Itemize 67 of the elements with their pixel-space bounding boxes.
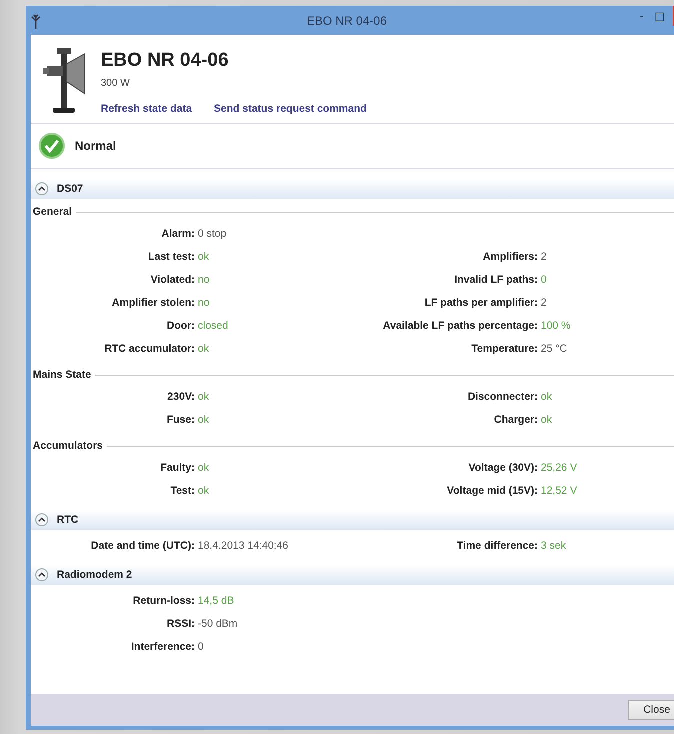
field-value: no — [197, 274, 211, 286]
field-value: 0 — [197, 640, 205, 652]
field-label: Return-loss: — [132, 594, 195, 606]
field-value: ok — [197, 250, 210, 262]
device-power: 300 W — [101, 78, 131, 89]
field-label: 230V: — [166, 390, 195, 402]
field-label: RTC accumulator: — [104, 342, 195, 354]
close-button[interactable]: Close — [628, 700, 674, 720]
field-value: 0 stop — [197, 228, 228, 240]
field-value: 100 % — [540, 320, 572, 332]
section-title: RTC — [57, 514, 79, 526]
antenna-icon — [31, 12, 41, 28]
field-value: 25,26 V — [540, 462, 578, 474]
field-value: 0 — [540, 274, 548, 286]
action-link[interactable]: Refresh state data — [101, 103, 192, 115]
field-value: closed — [197, 320, 230, 332]
field-value: 25 °C — [540, 342, 568, 354]
field-label: Charger: — [493, 414, 538, 426]
field-label: Temperature: — [470, 342, 538, 354]
field-value: 2 — [540, 296, 548, 308]
field-value: 2 — [540, 250, 548, 262]
field-label: Voltage mid (15V): — [446, 484, 538, 496]
field-value: 3 sek — [540, 540, 568, 552]
field-label: Disconnecter: — [466, 390, 538, 402]
field-value: ok — [197, 342, 210, 354]
section-title: Radiomodem 2 — [57, 569, 132, 581]
field-value: -50 dBm — [197, 618, 239, 630]
field-value: ok — [197, 484, 210, 496]
field-label: Amplifier stolen: — [111, 296, 195, 308]
section-title: DS07 — [57, 183, 84, 195]
group-title: General — [33, 206, 72, 218]
window-title: EBO NR 04-06 — [306, 14, 388, 28]
device-name: EBO NR 04-06 — [101, 50, 230, 72]
field-value: ok — [540, 390, 554, 402]
status-label: Normal — [75, 139, 116, 153]
field-label: Time difference: — [456, 540, 538, 552]
field-label: Invalid LF paths: — [454, 274, 538, 286]
field-label: Fuse: — [166, 414, 195, 426]
group-title: Accumulators — [33, 440, 104, 452]
field-value: ok — [540, 414, 554, 426]
field-label: Amplifiers: — [482, 250, 538, 262]
field-value: ok — [197, 414, 210, 426]
minimize-button[interactable]: - — [633, 6, 651, 26]
field-label: Interference: — [130, 640, 195, 652]
field-label: Last test: — [147, 250, 195, 262]
field-label: Violated: — [150, 274, 195, 286]
section-header[interactable]: RTC — [31, 510, 674, 530]
field-label: Door: — [166, 320, 195, 332]
field-label: Available LF paths percentage: — [382, 320, 538, 332]
field-value: 14,5 dB — [197, 594, 236, 606]
field-label: Alarm: — [160, 228, 195, 240]
field-label: Voltage (30V): — [468, 462, 538, 474]
field-value: 18.4.2013 14:40:46 — [197, 540, 290, 552]
field-label: Test: — [170, 484, 195, 496]
field-label: LF paths per amplifier: — [424, 296, 538, 308]
field-label: Date and time (UTC): — [90, 540, 195, 552]
action-link[interactable]: Send status request command — [214, 103, 367, 115]
field-value: ok — [197, 462, 210, 474]
field-label: RSSI: — [166, 618, 195, 630]
section-header[interactable]: DS07 — [31, 179, 674, 199]
field-value: no — [197, 296, 211, 308]
field-value: ok — [197, 390, 210, 402]
field-label: Faulty: — [160, 462, 195, 474]
group-title: Mains State — [33, 369, 92, 381]
section-header[interactable]: Radiomodem 2 — [31, 565, 674, 585]
maximize-button[interactable]: □ — [651, 6, 669, 26]
field-value: 12,52 V — [540, 484, 578, 496]
